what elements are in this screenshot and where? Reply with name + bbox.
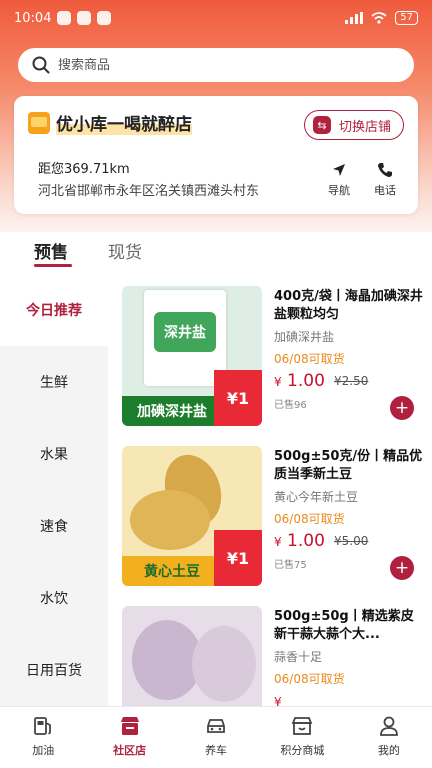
category-item-recommend[interactable]: 今日推荐 <box>0 274 108 346</box>
product-image-label: 黄心土豆 <box>122 556 222 586</box>
product-pickup-date: 06/08可取货 <box>274 512 345 526</box>
category-item-instant-food[interactable]: 速食 <box>0 490 108 562</box>
wifi-icon <box>371 12 387 24</box>
nav-car-care[interactable]: 养车 <box>173 707 259 768</box>
product-original-price: ¥5.00 <box>334 534 369 548</box>
category-sidebar: 今日推荐 生鲜 水果 速食 水饮 日用百货 <box>0 274 108 706</box>
call-label: 电话 <box>374 184 396 197</box>
car-icon <box>207 719 225 733</box>
nav-fuel[interactable]: 加油 <box>0 707 86 768</box>
price-value: 1.00 <box>287 531 325 551</box>
sale-tabs: 预售 现货 <box>0 232 432 272</box>
product-image-label: 加碘深井盐 <box>122 396 222 426</box>
product-subtitle: 加碘深井盐 <box>274 330 335 344</box>
product-image-price: ¥1 <box>214 530 262 586</box>
nav-car-care-label: 养车 <box>205 744 228 757</box>
product-price: ¥ 1.00 <box>274 371 325 391</box>
nav-community-store[interactable]: 社区店 <box>86 707 172 768</box>
category-item-daily-goods[interactable]: 日用百货 <box>0 634 108 706</box>
signal-icon <box>345 12 364 24</box>
nav-profile[interactable]: 我的 <box>346 707 432 768</box>
product-title: 400克/袋丨海晶加碘深井盐颗粒均匀 <box>274 289 423 322</box>
battery-icon: 57 <box>395 11 418 25</box>
phone-icon <box>378 163 392 177</box>
tab-presale[interactable]: 预售 <box>34 238 68 263</box>
switch-store-button[interactable]: ⇆ 切换店铺 <box>303 110 404 140</box>
add-to-cart-button[interactable]: + <box>390 556 414 580</box>
product-subtitle: 黄心今年新土豆 <box>274 490 359 504</box>
nav-fuel-label: 加油 <box>32 744 55 757</box>
store-card: 优小库一喝就醉店 ⇆ 切换店铺 距您369.71km 河北省邯郸市永年区洺关镇西… <box>14 96 418 214</box>
navigate-button[interactable]: 导航 <box>328 162 350 198</box>
navigate-label: 导航 <box>328 184 350 197</box>
search-bar[interactable] <box>18 48 414 82</box>
product-card[interactable]: 深井盐 加碘深井盐 ¥1 400克/袋丨海晶加碘深井盐颗粒均匀 加碘深井盐 06… <box>108 274 432 434</box>
product-card[interactable]: 500g±50g丨精选紫皮新干蒜大蒜个大... 蒜香十足 06/08可取货 ¥ <box>108 594 432 706</box>
price-symbol: ¥ <box>274 695 282 706</box>
nav-profile-label: 我的 <box>377 744 400 757</box>
product-card[interactable]: 黄心土豆 ¥1 500g±50克/份丨精品优质当季新土豆 黄心今年新土豆 06/… <box>108 434 432 594</box>
switch-store-label: 切换店铺 <box>338 119 391 135</box>
product-image: 深井盐 加碘深井盐 ¥1 <box>122 286 262 426</box>
product-title: 500g±50克/份丨精品优质当季新土豆 <box>274 449 423 482</box>
fuel-icon <box>34 717 52 735</box>
product-pickup-date: 06/08可取货 <box>274 352 345 366</box>
product-price: ¥ <box>274 691 282 706</box>
store-address: 河北省邯郸市永年区洺关镇西滩头村东 <box>38 184 260 199</box>
status-bar: 10:04 57 <box>0 0 432 36</box>
tab-in-stock[interactable]: 现货 <box>108 238 142 263</box>
product-image: 黄心土豆 ¥1 <box>122 446 262 586</box>
salt-package-text: 深井盐 <box>164 325 206 341</box>
product-subtitle: 蒜香十足 <box>274 650 323 664</box>
swap-icon: ⇆ <box>312 116 331 134</box>
price-value: 1.00 <box>287 371 325 391</box>
shop-bag-icon <box>28 111 50 134</box>
price-symbol: ¥ <box>274 535 282 549</box>
call-button[interactable]: 电话 <box>374 162 396 198</box>
navigation-arrow-icon <box>333 164 345 176</box>
shop-icon <box>292 717 313 735</box>
price-symbol: ¥ <box>274 375 282 389</box>
product-image-price: ¥1 <box>214 370 262 426</box>
search-icon <box>32 56 50 74</box>
category-item-fruit[interactable]: 水果 <box>0 418 108 490</box>
product-pickup-date: 06/08可取货 <box>274 672 345 686</box>
store-name: 优小库一喝就醉店 <box>56 110 192 135</box>
product-sold-count: 已售75 <box>274 560 307 571</box>
garlic-graphic-2 <box>192 626 256 702</box>
bottom-navigation: 加油 社区店 养车 积分商城 我的 <box>0 706 432 768</box>
potato-graphic-2 <box>130 490 210 550</box>
nav-points-mall-label: 积分商城 <box>280 744 325 757</box>
category-item-drinks[interactable]: 水饮 <box>0 562 108 634</box>
nav-points-mall[interactable]: 积分商城 <box>259 707 345 768</box>
wechat-icon <box>57 11 72 25</box>
product-image <box>122 606 262 706</box>
nav-community-store-label: 社区店 <box>113 744 147 757</box>
store-distance: 距您369.71km <box>38 162 130 177</box>
store-icon <box>120 717 139 735</box>
category-item-fresh[interactable]: 生鲜 <box>0 346 108 418</box>
product-original-price: ¥2.50 <box>334 374 369 388</box>
product-sold-count: 已售96 <box>274 400 307 411</box>
person-icon <box>379 716 398 736</box>
product-price: ¥ 1.00 <box>274 531 325 551</box>
add-to-cart-button[interactable]: + <box>390 396 414 420</box>
active-tab-indicator <box>34 264 72 267</box>
app-notification-icon-2 <box>97 11 112 25</box>
status-time: 10:04 <box>14 10 52 26</box>
product-title: 500g±50g丨精选紫皮新干蒜大蒜个大... <box>274 609 414 642</box>
search-input[interactable] <box>58 57 378 73</box>
app-notification-icon <box>77 11 92 25</box>
